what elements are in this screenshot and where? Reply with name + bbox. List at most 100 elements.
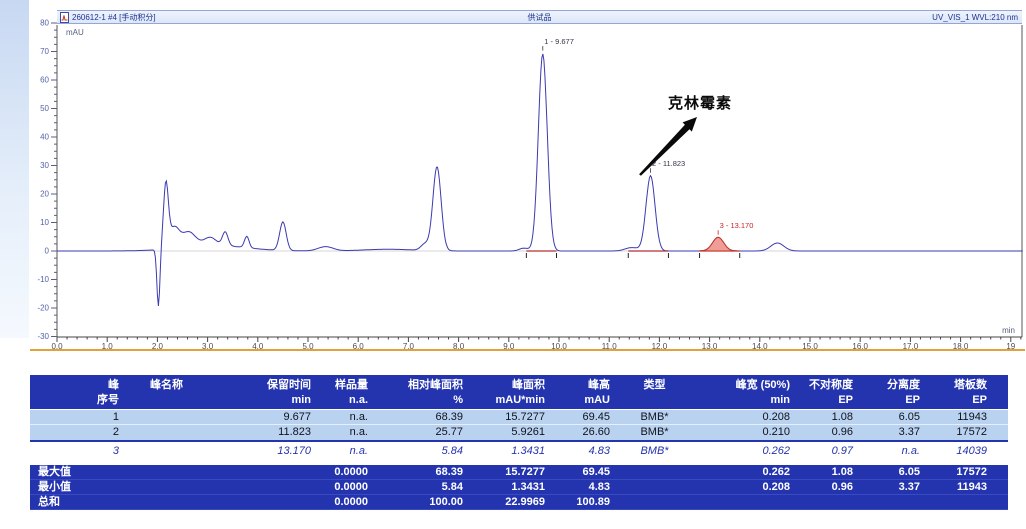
table-header-cell: 峰 bbox=[30, 377, 125, 392]
summary-cell: 0.208 bbox=[695, 480, 794, 494]
table-header-cell: min bbox=[695, 392, 794, 409]
summary-cell: 22.9969 bbox=[467, 495, 549, 509]
table-cell: BMB* bbox=[614, 410, 695, 424]
table-cell: 0.262 bbox=[695, 443, 794, 459]
table-header-cell: 峰面积 bbox=[467, 377, 549, 392]
summary-cell bbox=[924, 495, 1008, 509]
y-tick-label: 50 bbox=[40, 104, 49, 113]
summary-cell bbox=[125, 465, 230, 479]
annotation-clindamycin[interactable]: 克林霉素 bbox=[668, 92, 732, 113]
table-header: 峰峰名称保留时间样品量相对峰面积峰面积峰高类型峰宽 (50%)不对称度分离度塔板… bbox=[30, 375, 1008, 410]
x-axis-unit-label: min bbox=[975, 326, 1015, 335]
y-axis-unit-label: mAU bbox=[66, 28, 84, 37]
summary-cell bbox=[614, 495, 695, 509]
y-tick-label: -30 bbox=[37, 332, 49, 341]
summary-cell bbox=[695, 495, 794, 509]
summary-cell: 68.39 bbox=[372, 465, 467, 479]
summary-cell bbox=[125, 495, 230, 509]
peak-label: 3 - 13.170 bbox=[720, 221, 754, 230]
integration-results-table: 峰峰名称保留时间样品量相对峰面积峰面积峰高类型峰宽 (50%)不对称度分离度塔板… bbox=[30, 375, 1008, 510]
table-cell: 5.84 bbox=[372, 443, 467, 459]
table-cell: 26.60 bbox=[549, 425, 614, 440]
time-axis-highlight bbox=[30, 349, 1025, 351]
summary-cell bbox=[794, 495, 857, 509]
summary-cell bbox=[614, 465, 695, 479]
summary-cell: 15.7277 bbox=[467, 465, 549, 479]
summary-cell bbox=[614, 480, 695, 494]
table-header-cell: mAU*min bbox=[467, 392, 549, 409]
summary-cell bbox=[857, 495, 924, 509]
summary-cell: 3.37 bbox=[857, 480, 924, 494]
table-header-cell: mAU bbox=[549, 392, 614, 409]
y-tick-label: 40 bbox=[40, 133, 49, 142]
summary-cell bbox=[230, 495, 315, 509]
table-header-cell: 分离度 bbox=[857, 377, 924, 392]
table-header-cell bbox=[125, 392, 230, 409]
table-cell: 11943 bbox=[924, 410, 1008, 424]
chromatogram-plot[interactable]: -30-20-10010203040506070800.01.02.03.04.… bbox=[0, 0, 1026, 352]
table-header-cell: 样品量 bbox=[315, 377, 372, 392]
table-header-cell: 峰宽 (50%) bbox=[695, 377, 794, 392]
summary-cell: 0.0000 bbox=[315, 465, 372, 479]
table-header-cell: min bbox=[230, 392, 315, 409]
summary-cell: 100.89 bbox=[549, 495, 614, 509]
signal-trace bbox=[57, 54, 1023, 306]
summary-cell: 4.83 bbox=[549, 480, 614, 494]
summary-cell: 100.00 bbox=[372, 495, 467, 509]
table-cell: 1.08 bbox=[794, 410, 857, 424]
table-header-cell: n.a. bbox=[315, 392, 372, 409]
table-header-cell: 保留时间 bbox=[230, 377, 315, 392]
y-tick-label: -10 bbox=[37, 275, 49, 284]
table-cell: BMB* bbox=[614, 443, 695, 459]
y-tick-label: 80 bbox=[40, 19, 49, 28]
table-cell: 14039 bbox=[924, 443, 1008, 459]
highlighted-peak-fill bbox=[700, 237, 740, 251]
table-cell: 3 bbox=[30, 443, 125, 459]
table-cell bbox=[125, 425, 230, 440]
summary-cell bbox=[230, 465, 315, 479]
summary-row-最小值: 最小值0.00005.841.34314.830.2080.963.371194… bbox=[30, 480, 1008, 495]
table-cell: 3.37 bbox=[857, 425, 924, 440]
y-tick-label: 60 bbox=[40, 76, 49, 85]
peak-label: 2 - 11.823 bbox=[652, 159, 685, 168]
table-header-cell: 峰高 bbox=[549, 377, 614, 392]
table-header-cell: 序号 bbox=[30, 392, 125, 409]
summary-cell: 1.3431 bbox=[467, 480, 549, 494]
table-cell: 1.3431 bbox=[467, 443, 549, 459]
summary-row-最大值: 最大值0.000068.3915.727769.450.2621.086.051… bbox=[30, 465, 1008, 480]
table-cell: 5.9261 bbox=[467, 425, 549, 440]
table-cell: 0.210 bbox=[695, 425, 794, 440]
summary-row-总和: 总和0.0000100.0022.9969100.89 bbox=[30, 495, 1008, 510]
summary-cell: 总和 bbox=[30, 495, 125, 509]
table-header-cell: 塔板数 bbox=[924, 377, 1008, 392]
table-header-cell: EP bbox=[857, 392, 924, 409]
table-cell: 1 bbox=[30, 410, 125, 424]
peak-row-3[interactable]: 313.170n.a.5.841.34314.83BMB*0.2620.97n.… bbox=[30, 443, 1008, 459]
table-header-cell: 类型 bbox=[614, 377, 695, 392]
y-tick-label: 30 bbox=[40, 161, 49, 170]
summary-cell: 5.84 bbox=[372, 480, 467, 494]
table-cell: BMB* bbox=[614, 425, 695, 440]
summary-cell: 最小值 bbox=[30, 480, 125, 494]
summary-cell bbox=[125, 480, 230, 494]
table-cell: n.a. bbox=[315, 443, 372, 459]
table-cell: n.a. bbox=[315, 410, 372, 424]
table-header-row-2: 序号minn.a.%mAU*minmAUminEPEPEP bbox=[30, 392, 1008, 409]
table-header-cell: 相对峰面积 bbox=[372, 377, 467, 392]
table-cell: 0.97 bbox=[794, 443, 857, 459]
summary-cell bbox=[230, 480, 315, 494]
table-header-row-1: 峰峰名称保留时间样品量相对峰面积峰面积峰高类型峰宽 (50%)不对称度分离度塔板… bbox=[30, 375, 1008, 392]
table-header-cell bbox=[614, 392, 695, 409]
table-cell: 17572 bbox=[924, 425, 1008, 440]
table-cell: 15.7277 bbox=[467, 410, 549, 424]
summary-cell: 0.262 bbox=[695, 465, 794, 479]
peak-row-1[interactable]: 19.677n.a.68.3915.727769.45BMB*0.2081.08… bbox=[30, 410, 1008, 425]
peak-row-2[interactable]: 211.823n.a.25.775.926126.60BMB*0.2100.96… bbox=[30, 425, 1008, 440]
table-cell bbox=[125, 443, 230, 459]
table-cell: n.a. bbox=[315, 425, 372, 440]
summary-cell: 0.0000 bbox=[315, 480, 372, 494]
table-cell: n.a. bbox=[857, 443, 924, 459]
table-header-cell: EP bbox=[794, 392, 857, 409]
y-tick-label: 10 bbox=[40, 218, 49, 227]
table-cell: 6.05 bbox=[857, 410, 924, 424]
